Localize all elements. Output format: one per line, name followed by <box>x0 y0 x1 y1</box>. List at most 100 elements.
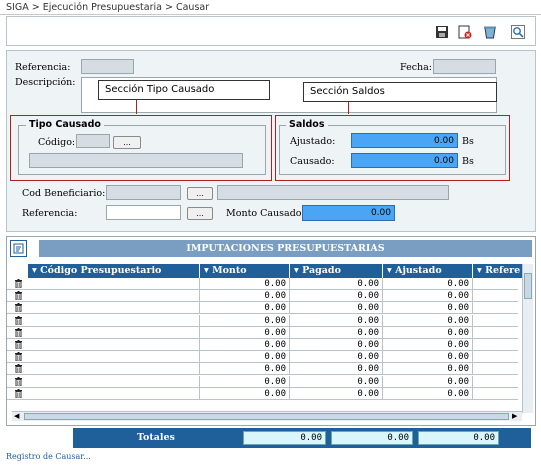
col-monto[interactable]: ▾ Monto <box>200 264 290 278</box>
col-ajustado-label: Ajustado <box>395 265 442 276</box>
horizontal-scroll-thumb[interactable] <box>24 413 509 420</box>
cell-monto[interactable]: 0.00 <box>200 339 290 351</box>
scroll-left-arrow[interactable]: ◀ <box>14 412 19 420</box>
table-row[interactable]: 0.00 0.00 0.00 <box>7 302 518 315</box>
cell-ajustado[interactable]: 0.00 <box>383 302 473 315</box>
table-row[interactable]: 0.00 0.00 0.00 <box>7 339 518 351</box>
cell-codigo[interactable] <box>28 387 200 400</box>
cell-pagado[interactable]: 0.00 <box>290 375 383 388</box>
clear-icon[interactable] <box>483 25 497 39</box>
referencia-label: Referencia: <box>15 62 71 73</box>
trash-icon[interactable] <box>15 303 22 313</box>
annotation-saldos: Sección Saldos <box>303 82 497 102</box>
cell-ajustado[interactable]: 0.00 <box>383 363 473 376</box>
cell-codigo[interactable] <box>28 314 200 327</box>
cell-codigo[interactable] <box>28 302 200 315</box>
cell-referencia[interactable] <box>473 302 522 314</box>
cell-codigo[interactable] <box>28 375 200 388</box>
trash-icon[interactable] <box>15 364 22 374</box>
search-icon[interactable] <box>511 25 525 39</box>
trash-icon[interactable] <box>15 376 22 386</box>
cell-ajustado[interactable]: 0.00 <box>383 351 473 364</box>
cell-referencia[interactable] <box>473 351 522 363</box>
cell-pagado[interactable]: 0.00 <box>290 302 383 315</box>
beneficiario-lookup-button[interactable]: ... <box>187 187 213 200</box>
cell-monto[interactable]: 0.00 <box>200 351 290 364</box>
cell-monto[interactable]: 0.00 <box>200 375 290 388</box>
cell-pagado[interactable]: 0.00 <box>290 363 383 376</box>
col-referencia[interactable]: ▾ Refere <box>473 264 522 278</box>
cell-monto[interactable]: 0.00 <box>200 290 290 303</box>
cell-codigo[interactable] <box>28 339 200 351</box>
col-pagado[interactable]: ▾ Pagado <box>290 264 383 278</box>
cell-codigo[interactable] <box>28 326 200 339</box>
table-row[interactable]: 0.00 0.00 0.00 <box>7 290 518 303</box>
table-row[interactable]: 0.00 0.00 0.00 <box>7 351 518 364</box>
total-ajustado: 0.00 <box>418 431 499 445</box>
codigo-lookup-button[interactable]: ... <box>113 136 141 149</box>
trash-icon[interactable] <box>15 327 22 337</box>
cell-monto[interactable]: 0.00 <box>200 278 290 290</box>
codigo-label: Código: <box>38 137 76 148</box>
col-codigo-presupuestario[interactable]: ▾ Código Presupuestario <box>28 264 200 278</box>
referencia2-lookup-button[interactable]: ... <box>187 207 213 220</box>
cell-ajustado[interactable]: 0.00 <box>383 387 473 400</box>
cell-monto[interactable]: 0.00 <box>200 314 290 327</box>
cell-referencia[interactable] <box>473 339 522 351</box>
fecha-input[interactable] <box>433 59 496 74</box>
cell-codigo[interactable] <box>28 363 200 376</box>
cell-referencia[interactable] <box>473 315 522 327</box>
vertical-scrollbar[interactable] <box>522 264 533 413</box>
table-row[interactable]: 0.00 0.00 0.00 <box>7 375 518 388</box>
cell-codigo[interactable] <box>28 351 200 364</box>
col-ajustado[interactable]: ▾ Ajustado <box>383 264 473 278</box>
cell-ajustado[interactable]: 0.00 <box>383 314 473 327</box>
delete-icon[interactable] <box>458 25 472 39</box>
cell-pagado[interactable]: 0.00 <box>290 339 383 351</box>
cod-beneficiario-input[interactable] <box>106 185 181 200</box>
cell-referencia[interactable] <box>473 388 522 400</box>
scroll-right-arrow[interactable]: ▶ <box>512 412 517 420</box>
referencia-input[interactable] <box>81 59 134 74</box>
codigo-input[interactable] <box>76 134 110 148</box>
cell-codigo[interactable] <box>28 278 200 290</box>
table-row[interactable]: 0.00 0.00 0.00 <box>7 363 518 376</box>
trash-icon[interactable] <box>15 340 22 349</box>
cell-ajustado[interactable]: 0.00 <box>383 278 473 290</box>
cell-pagado[interactable]: 0.00 <box>290 314 383 327</box>
table-row[interactable]: 0.00 0.00 0.00 <box>7 326 518 339</box>
cell-monto[interactable]: 0.00 <box>200 302 290 315</box>
horizontal-scrollbar[interactable]: ◀ ▶ <box>12 411 522 421</box>
trash-icon[interactable] <box>15 291 22 301</box>
cell-monto[interactable]: 0.00 <box>200 387 290 400</box>
cell-monto[interactable]: 0.00 <box>200 326 290 339</box>
cell-ajustado[interactable]: 0.00 <box>383 375 473 388</box>
cell-referencia[interactable] <box>473 278 522 290</box>
cell-monto[interactable]: 0.00 <box>200 363 290 376</box>
table-row[interactable]: 0.00 0.00 0.00 <box>7 314 518 327</box>
trash-icon[interactable] <box>15 315 22 325</box>
save-icon[interactable] <box>435 25 449 39</box>
cell-referencia[interactable] <box>473 363 522 375</box>
table-row[interactable]: 0.00 0.00 0.00 <box>7 387 518 400</box>
cell-pagado[interactable]: 0.00 <box>290 290 383 303</box>
cell-codigo[interactable] <box>28 290 200 303</box>
cell-pagado[interactable]: 0.00 <box>290 278 383 290</box>
cell-ajustado[interactable]: 0.00 <box>383 326 473 339</box>
cell-pagado[interactable]: 0.00 <box>290 351 383 364</box>
cell-pagado[interactable]: 0.00 <box>290 387 383 400</box>
cell-ajustado[interactable]: 0.00 <box>383 339 473 351</box>
cell-referencia[interactable] <box>473 376 522 388</box>
vertical-scroll-thumb[interactable] <box>524 273 532 299</box>
trash-icon[interactable] <box>15 388 22 398</box>
table-row[interactable]: 0.00 0.00 0.00 <box>7 278 518 290</box>
cell-ajustado[interactable]: 0.00 <box>383 290 473 303</box>
cell-referencia[interactable] <box>473 327 522 339</box>
cell-referencia[interactable] <box>473 290 522 302</box>
grid-toggle-button[interactable] <box>10 240 27 257</box>
trash-icon[interactable] <box>15 352 22 362</box>
cell-pagado[interactable]: 0.00 <box>290 326 383 339</box>
tipo-causado-description <box>29 153 243 168</box>
trash-icon[interactable] <box>15 279 22 288</box>
referencia2-input[interactable] <box>106 205 181 220</box>
